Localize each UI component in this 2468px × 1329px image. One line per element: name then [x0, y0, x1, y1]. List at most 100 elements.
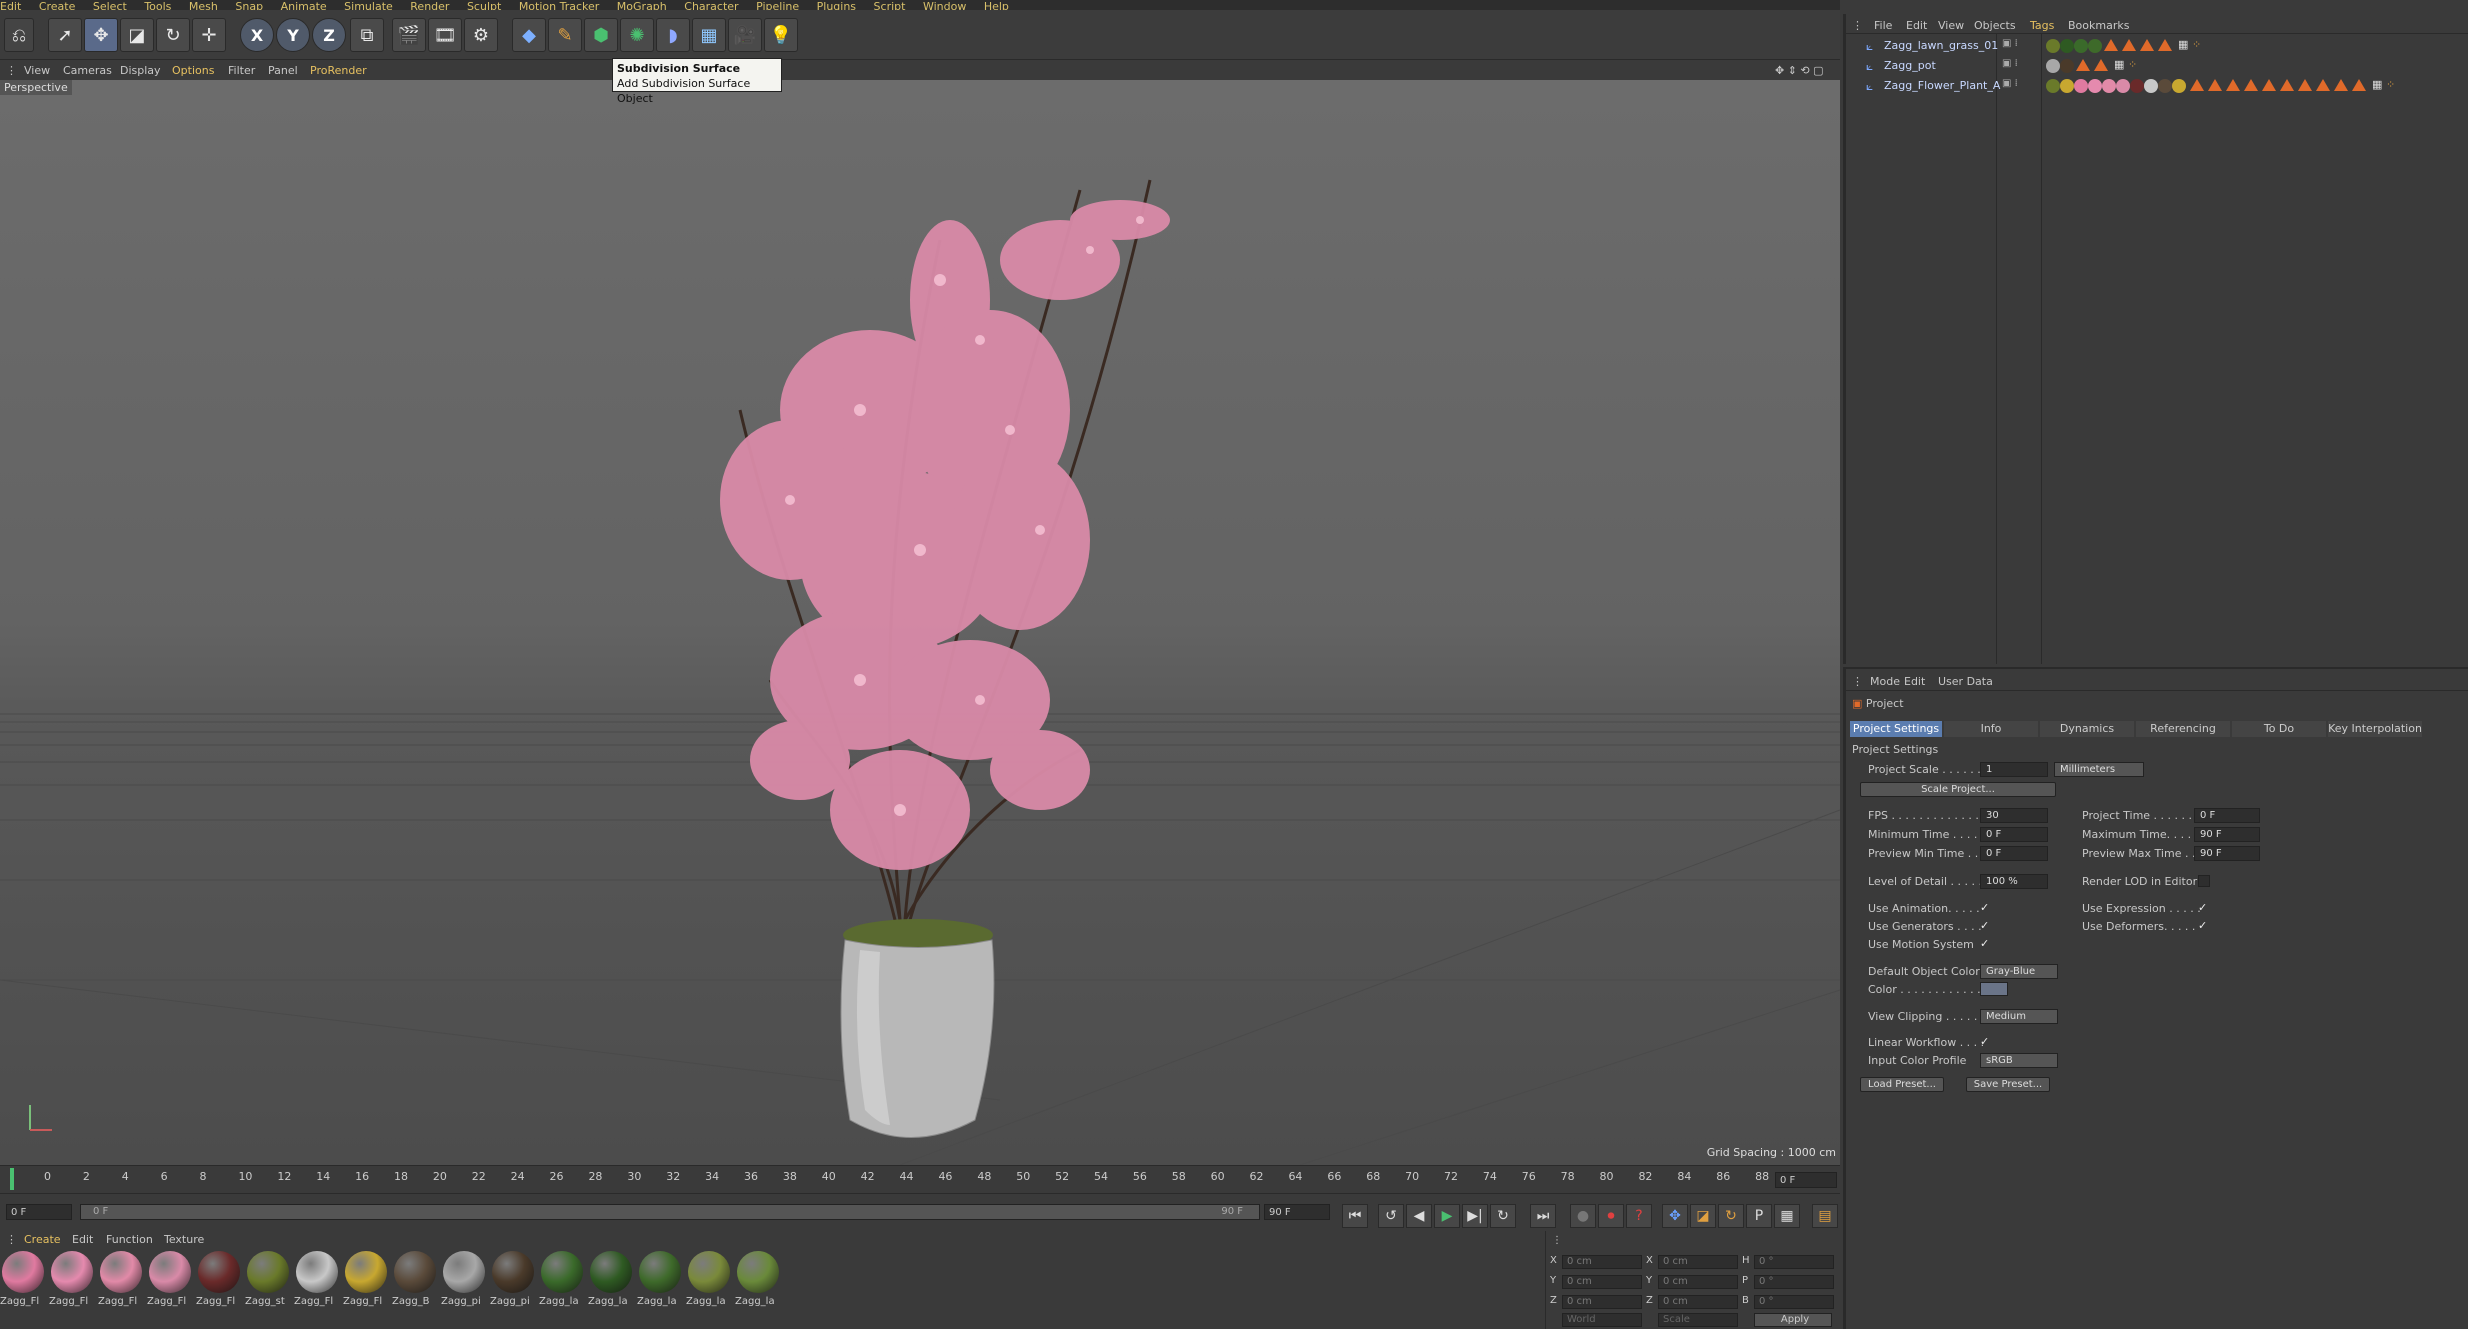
scale-project-button[interactable]: Scale Project... [1860, 782, 2056, 797]
timeline-window-icon[interactable]: ▤ [1812, 1204, 1838, 1228]
render-picture-viewer-icon[interactable]: 🎞 [428, 18, 462, 52]
material-tag-icon[interactable] [2074, 39, 2088, 53]
deformer-icon[interactable]: ◗ [656, 18, 690, 52]
material-tag-icon[interactable] [2158, 79, 2172, 93]
next-frame-icon[interactable]: ▶| [1462, 1204, 1488, 1228]
material-tag-icon[interactable] [2046, 39, 2060, 53]
material-swatch[interactable]: Zagg_Fl [343, 1251, 389, 1307]
use-deformers-checkbox[interactable]: ✓ [2198, 920, 2210, 932]
pos-x-field[interactable]: 0 cm [1562, 1255, 1642, 1269]
vp-menu-options[interactable]: Options [172, 64, 214, 77]
coord-mode-dropdown[interactable]: Scale [1658, 1313, 1738, 1327]
obj-menu-file[interactable]: File [1874, 19, 1892, 32]
autokey-icon[interactable]: ⏺ [1598, 1204, 1624, 1228]
tab-to-do[interactable]: To Do [2232, 721, 2326, 737]
texture-tag-icon[interactable]: ▦ [2114, 58, 2124, 71]
obj-menu-view[interactable]: View [1938, 19, 1964, 32]
material-swatch[interactable]: Zagg_B [392, 1251, 438, 1307]
lod-field[interactable]: 100 % [1980, 874, 2048, 889]
size-y-field[interactable]: 0 cm [1658, 1275, 1738, 1289]
attr-menu-edit[interactable]: Edit [1904, 675, 1925, 688]
phong-tag-icon[interactable] [2244, 79, 2258, 91]
visibility-toggle-icon[interactable]: ▣ ⁞ [2002, 78, 2018, 89]
material-tag-icon[interactable] [2130, 79, 2144, 93]
camera-icon[interactable]: 🎥 [728, 18, 762, 52]
material-tag-icon[interactable] [2088, 79, 2102, 93]
viewport[interactable]: Perspective Grid Spacing: 1000 cm [0, 80, 1840, 1165]
preview-max-field[interactable]: 90 F [2194, 846, 2260, 861]
recent-tool-icon[interactable]: ✛ [192, 18, 226, 52]
start-frame-field[interactable]: 0 F [6, 1204, 72, 1220]
material-swatch[interactable]: Zagg_la [588, 1251, 634, 1307]
uvw-tag-icon[interactable]: ⁘ [2128, 58, 2137, 71]
project-scale-field[interactable]: 1 [1980, 762, 2048, 777]
phong-tag-icon[interactable] [2094, 59, 2108, 71]
vp-menu-prorender[interactable]: ProRender [310, 64, 367, 77]
material-swatch[interactable]: Zagg_la [686, 1251, 732, 1307]
scale-tool-icon[interactable]: ◪ [120, 18, 154, 52]
material-swatch[interactable]: Zagg_st [245, 1251, 291, 1307]
phong-tag-icon[interactable] [2158, 39, 2172, 51]
pos-y-field[interactable]: 0 cm [1562, 1275, 1642, 1289]
material-swatch[interactable]: Zagg_Fl [49, 1251, 95, 1307]
phong-tag-icon[interactable] [2298, 79, 2312, 91]
phong-tag-icon[interactable] [2280, 79, 2294, 91]
attr-menu-user-data[interactable]: User Data [1938, 675, 1993, 688]
material-tag-icon[interactable] [2046, 59, 2060, 73]
key-position-icon[interactable]: ✥ [1662, 1204, 1688, 1228]
mat-menu-function[interactable]: Function [106, 1233, 153, 1246]
material-swatch[interactable]: Zagg_pi [441, 1251, 487, 1307]
default-color-dropdown[interactable]: Gray-Blue [1980, 964, 2058, 979]
uvw-tag-icon[interactable]: ⁘ [2386, 78, 2395, 91]
phong-tag-icon[interactable] [2226, 79, 2240, 91]
material-swatch[interactable]: Zagg_la [539, 1251, 585, 1307]
material-tag-icon[interactable] [2074, 79, 2088, 93]
pen-icon[interactable]: ✎ [548, 18, 582, 52]
coordinate-system-icon[interactable]: ⧉ [350, 18, 384, 52]
phong-tag-icon[interactable] [2076, 59, 2090, 71]
color-swatch[interactable] [1980, 982, 2008, 996]
mat-menu-texture[interactable]: Texture [164, 1233, 204, 1246]
material-tag-icon[interactable] [2144, 79, 2158, 93]
light-icon[interactable]: 💡 [764, 18, 798, 52]
object-row[interactable]: ⟀ Zagg_lawn_grass_01 ▣ ⁞ ▦ ⁘ [1846, 36, 2468, 55]
use-expression-checkbox[interactable]: ✓ [2198, 902, 2210, 914]
obj-menu-tags[interactable]: Tags [2030, 19, 2054, 32]
material-swatch[interactable]: Zagg_Fl [98, 1251, 144, 1307]
material-swatch[interactable]: Zagg_la [735, 1251, 781, 1307]
play-icon[interactable]: ▶ [1434, 1204, 1460, 1228]
min-time-field[interactable]: 0 F [1980, 827, 2048, 842]
tab-referencing[interactable]: Referencing [2136, 721, 2230, 737]
linear-workflow-checkbox[interactable]: ✓ [1980, 1036, 1992, 1048]
material-tag-icon[interactable] [2060, 59, 2074, 73]
rotate-tool-icon[interactable]: ↻ [156, 18, 190, 52]
record-keys-icon[interactable]: ● [1570, 1204, 1596, 1228]
mat-menu-create[interactable]: Create [24, 1233, 61, 1246]
phong-tag-icon[interactable] [2262, 79, 2276, 91]
render-settings-icon[interactable]: ⚙ [464, 18, 498, 52]
timeline-ruler[interactable]: 0 2 4 6 8 10 12 14 16 18 20 22 24 26 28 30 32 34 36 38 40 42 4… [0, 1165, 1840, 1193]
attr-menu-mode[interactable]: Mode [1870, 675, 1900, 688]
vp-menu-panel[interactable]: Panel [268, 64, 298, 77]
object-name[interactable]: Zagg_Flower_Plant_A [1884, 79, 2000, 92]
tab-project-settings[interactable]: Project Settings [1850, 721, 1942, 737]
material-swatch[interactable]: Zagg_la [637, 1251, 683, 1307]
phong-tag-icon[interactable] [2140, 39, 2154, 51]
subdivision-surface-icon[interactable]: ⬢ [584, 18, 618, 52]
material-swatch[interactable]: Zagg_Fl [196, 1251, 242, 1307]
material-swatch[interactable]: Zagg_Fl [147, 1251, 193, 1307]
prev-frame-icon[interactable]: ◀ [1406, 1204, 1432, 1228]
render-view-icon[interactable]: 🎬 [392, 18, 426, 52]
key-param-icon[interactable]: P [1746, 1204, 1772, 1228]
input-color-profile-dropdown[interactable]: sRGB [1980, 1053, 2058, 1068]
key-pla-icon[interactable]: ▦ [1774, 1204, 1800, 1228]
phong-tag-icon[interactable] [2352, 79, 2366, 91]
object-name[interactable]: Zagg_pot [1884, 59, 1936, 72]
array-icon[interactable]: ✺ [620, 18, 654, 52]
use-generators-checkbox[interactable]: ✓ [1980, 920, 1992, 932]
vp-menu-filter[interactable]: Filter [228, 64, 255, 77]
material-swatch[interactable]: Zagg_pi [490, 1251, 536, 1307]
view-clipping-dropdown[interactable]: Medium [1980, 1009, 2058, 1024]
goto-start-icon[interactable]: ⏮ [1342, 1204, 1368, 1228]
move-tool-icon[interactable]: ✥ [84, 18, 118, 52]
